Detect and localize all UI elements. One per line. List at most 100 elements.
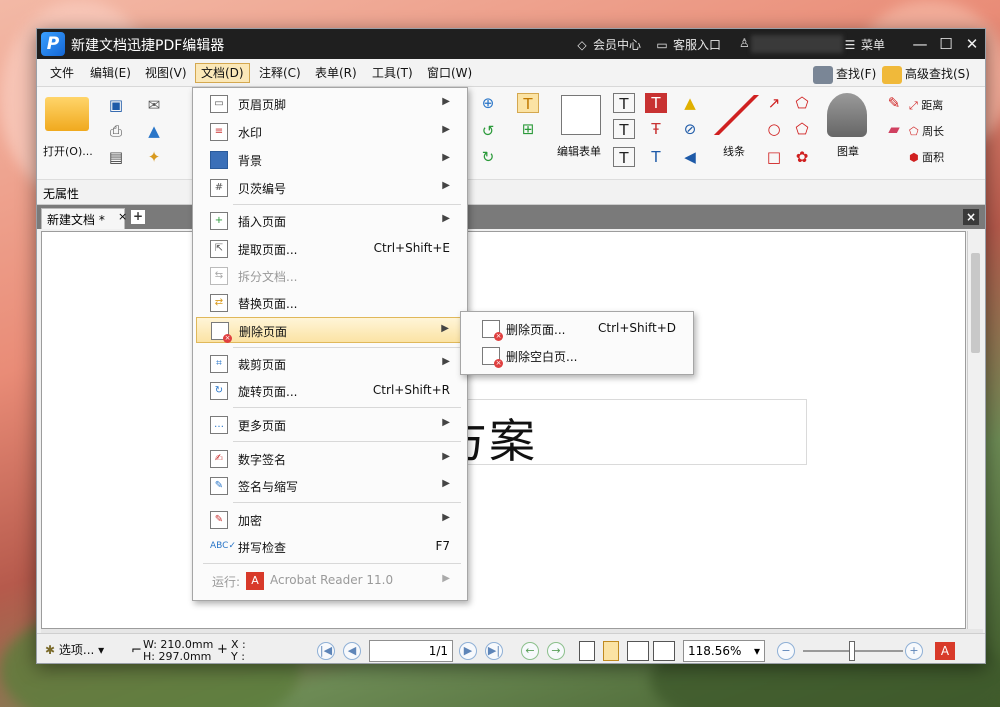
grid-view-icon[interactable] — [653, 641, 675, 661]
polyline-tool-icon[interactable]: ⬠ — [791, 93, 813, 113]
last-page-icon[interactable]: ▶| — [485, 642, 503, 660]
close-window-button[interactable]: ✕ — [959, 33, 985, 55]
perimeter-tool[interactable]: ⬠ 周长 — [909, 123, 944, 139]
scroll-thumb[interactable] — [971, 253, 980, 353]
next-page-icon[interactable]: ▶ — [459, 642, 477, 660]
zoom-in-icon[interactable]: ⊕ — [477, 93, 499, 113]
underline-text-icon[interactable]: T — [645, 147, 667, 167]
zoom-slider-handle[interactable] — [849, 641, 855, 661]
typewriter-icon[interactable]: T — [645, 93, 667, 113]
rectangle-tool-icon[interactable]: □ — [763, 147, 785, 167]
note-triangle-icon[interactable]: ▲ — [679, 93, 701, 113]
strikeout-icon[interactable]: Ŧ — [645, 119, 667, 139]
zoom-select[interactable]: 118.56% ▾ — [683, 640, 765, 662]
vertical-scrollbar[interactable] — [967, 231, 983, 629]
line-tool-icon[interactable] — [713, 95, 759, 135]
text-field-icon[interactable]: T — [613, 93, 635, 113]
menu-run-external[interactable]: 运行: A Acrobat Reader 11.0 ▶ — [196, 568, 464, 594]
page-number-input[interactable]: 1/1 — [369, 640, 453, 662]
close-document-icon[interactable]: × — [963, 209, 979, 225]
menu-replace-page[interactable]: ⇄ 替换页面... — [196, 290, 464, 316]
rotate-right-icon[interactable]: ↻ — [477, 147, 499, 167]
distance-tool[interactable]: ⤢ 距离 — [909, 97, 943, 113]
new-doc-icon[interactable]: ✦ — [143, 147, 165, 167]
close-tab-icon[interactable]: × — [118, 210, 127, 223]
attachment-icon[interactable]: ⊘ — [679, 119, 701, 139]
menu-extract-page[interactable]: ⇱ 提取页面... Ctrl+Shift+E — [196, 236, 464, 262]
area-tool[interactable]: ⬢ 面积 — [909, 149, 944, 165]
menu-delete-page[interactable]: × 删除页面 ▶ — [196, 317, 464, 343]
text-box-icon[interactable]: T — [613, 119, 635, 139]
menu-background[interactable]: 背景 ▶ — [196, 147, 464, 173]
advanced-find-button[interactable]: 高级查找(S) — [882, 63, 970, 85]
tab-new-document[interactable]: 新建文档 * × — [41, 208, 127, 229]
cloud-tool-icon[interactable]: ✿ — [791, 147, 813, 167]
callout-icon[interactable]: T — [613, 147, 635, 167]
add-tab-icon[interactable]: + — [131, 210, 145, 224]
eraser-icon[interactable]: ▰ — [883, 119, 905, 139]
member-center-link[interactable]: ◇ 会员中心 — [575, 36, 641, 53]
menu-view[interactable]: 视图(V) — [140, 63, 192, 83]
continuous-view-icon[interactable] — [603, 641, 619, 661]
menu-delete-pages[interactable]: × 删除页面... Ctrl+Shift+D — [464, 316, 690, 342]
menu-sign-initials[interactable]: ✎ 签名与缩写 ▶ — [196, 473, 464, 499]
first-page-icon[interactable]: |◀ — [317, 642, 335, 660]
single-page-view-icon[interactable] — [579, 641, 595, 661]
print-icon[interactable]: ⎙ — [105, 121, 127, 141]
pdf-app-icon[interactable]: A — [935, 642, 955, 660]
menu-encrypt[interactable]: ✎ 加密 ▶ — [196, 507, 464, 533]
menu-watermark[interactable]: ≡ 水印 ▶ — [196, 119, 464, 145]
add-field-icon[interactable]: ⊞ — [517, 119, 539, 139]
forward-view-icon[interactable]: → — [547, 642, 565, 660]
menu-header-footer[interactable]: ▭ 页眉页脚 ▶ — [196, 91, 464, 117]
edit-form-label[interactable]: 编辑表单 — [557, 143, 601, 159]
customer-service-link[interactable]: ▭ 客服入口 — [655, 36, 721, 53]
email-icon[interactable]: ✉ — [143, 95, 165, 115]
properties-icon[interactable]: ▤ — [105, 147, 127, 167]
text-select-icon[interactable]: T — [517, 93, 539, 113]
menu-bates-numbering[interactable]: # 贝茨编号 ▶ — [196, 175, 464, 201]
menu-form[interactable]: 表单(R) — [310, 63, 362, 83]
options-button[interactable]: ✱ 选项... ▾ — [45, 644, 104, 656]
scan-icon[interactable]: ▲ — [143, 121, 165, 141]
edit-form-icon[interactable] — [561, 95, 601, 135]
menu-rotate-page[interactable]: ↻ 旋转页面... Ctrl+Shift+R — [196, 378, 464, 404]
menu-more-pages[interactable]: … 更多页面 ▶ — [196, 412, 464, 438]
line-label[interactable]: 线条 — [723, 143, 745, 159]
zoom-out-icon[interactable]: − — [777, 642, 795, 660]
menu-file[interactable]: 文件 — [45, 63, 79, 83]
menu-button[interactable]: ☰ 菜单 — [843, 36, 885, 53]
back-view-icon[interactable]: ← — [521, 642, 539, 660]
menu-delete-blank-pages[interactable]: × 删除空白页... — [464, 343, 690, 369]
arrow-tool-icon[interactable]: ↗ — [763, 93, 785, 113]
find-button[interactable]: 查找(F) — [813, 63, 876, 85]
property-bar: 无属性 — [37, 179, 985, 205]
menu-tools[interactable]: 工具(T) — [367, 63, 418, 83]
cursor-x: X : — [231, 638, 246, 651]
prev-page-icon[interactable]: ◀ — [343, 642, 361, 660]
maximize-button[interactable]: ☐ — [933, 33, 959, 55]
menu-digital-signature[interactable]: ✍ 数字签名 ▶ — [196, 446, 464, 472]
page-width: W: 210.0mm — [143, 638, 214, 651]
menu-window[interactable]: 窗口(W) — [422, 63, 477, 83]
stamp-label[interactable]: 图章 — [837, 143, 859, 159]
rotate-left-icon[interactable]: ↺ — [477, 121, 499, 141]
sound-icon[interactable]: ◀ — [679, 147, 701, 167]
menu-spell-check[interactable]: ABC✓ 拼写检查 F7 — [196, 534, 464, 560]
ellipse-tool-icon[interactable]: ○ — [763, 119, 785, 139]
menu-edit[interactable]: 编辑(E) — [85, 63, 136, 83]
menu-crop-page[interactable]: ⌗ 裁剪页面 ▶ — [196, 351, 464, 377]
menu-comment[interactable]: 注释(C) — [254, 63, 306, 83]
polygon-tool-icon[interactable]: ⬠ — [791, 119, 813, 139]
minimize-button[interactable]: — — [907, 33, 933, 55]
pencil-icon[interactable]: ✎ — [883, 93, 905, 113]
open-label[interactable]: 打开(O)... — [43, 143, 93, 159]
menu-insert-page[interactable]: + 插入页面 ▶ — [196, 208, 464, 234]
menu-document[interactable]: 文档(D) — [195, 63, 250, 83]
save-icon[interactable]: ▣ — [105, 95, 127, 115]
facing-view-icon[interactable] — [627, 641, 649, 661]
zoom-in-status-icon[interactable]: + — [905, 642, 923, 660]
stamp-icon[interactable] — [827, 93, 867, 137]
open-folder-icon[interactable] — [45, 97, 89, 131]
user-icon[interactable]: ♙ — [739, 36, 750, 50]
